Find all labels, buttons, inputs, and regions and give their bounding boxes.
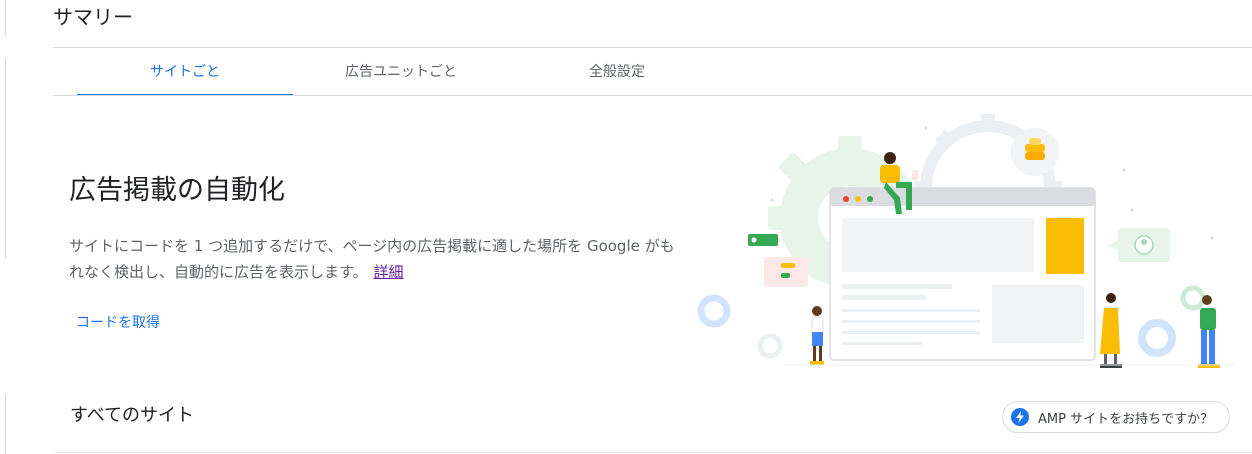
tab-by-site[interactable]: サイトごと (77, 48, 293, 96)
page-title: サマリー (53, 5, 133, 29)
all-sites-heading: すべてのサイト (70, 405, 195, 426)
coin-stack-icon (1011, 128, 1059, 176)
person-left-illustration (810, 306, 824, 365)
hero-description: サイトにコードを 1 つ追加するだけで、ページ内の広告掲載に適した場所を Goo… (69, 233, 689, 285)
browser-window-illustration (829, 187, 1096, 361)
green-toggle-chip-icon (748, 234, 778, 246)
tabs-divider (53, 95, 1252, 96)
tab-by-ad-unit[interactable]: 広告ユニットごと (293, 48, 509, 96)
lightning-bolt-icon (1011, 408, 1029, 426)
person-apron-illustration (1100, 293, 1122, 368)
left-rail-divider (5, 395, 6, 454)
page: サマリー サイトごと 広告ユニットごと 全般設定 広告掲載の自動化 サイトにコー… (0, 0, 1252, 454)
small-blue-gear-icon (697, 294, 731, 328)
small-green-gear-icon (1180, 285, 1206, 311)
tab-bar: サイトごと 広告ユニットごと 全般設定 (77, 48, 725, 96)
pink-card-icon (764, 257, 808, 287)
user-chat-bubble-icon (1108, 228, 1170, 262)
hero-description-text: サイトにコードを 1 つ追加するだけで、ページ内の広告掲載に適した場所を Goo… (69, 237, 675, 281)
tab-general-settings[interactable]: 全般設定 (509, 48, 725, 96)
amp-chip-label: AMP サイトをお持ちですか？ (1038, 411, 1214, 427)
small-grey-gear-icon (757, 333, 783, 359)
left-rail-divider (5, 0, 6, 36)
learn-more-link[interactable]: 詳細 (374, 263, 404, 281)
auto-ads-illustration (697, 114, 1235, 368)
small-blue-gear-right-icon (1138, 319, 1176, 357)
hero-title: 広告掲載の自動化 (69, 175, 285, 206)
left-rail-divider (5, 58, 6, 258)
amp-sites-chip[interactable]: AMP サイトをお持ちですか？ (1002, 401, 1231, 433)
section-divider (55, 452, 1252, 453)
get-code-button[interactable]: コードを取得 (76, 312, 160, 334)
